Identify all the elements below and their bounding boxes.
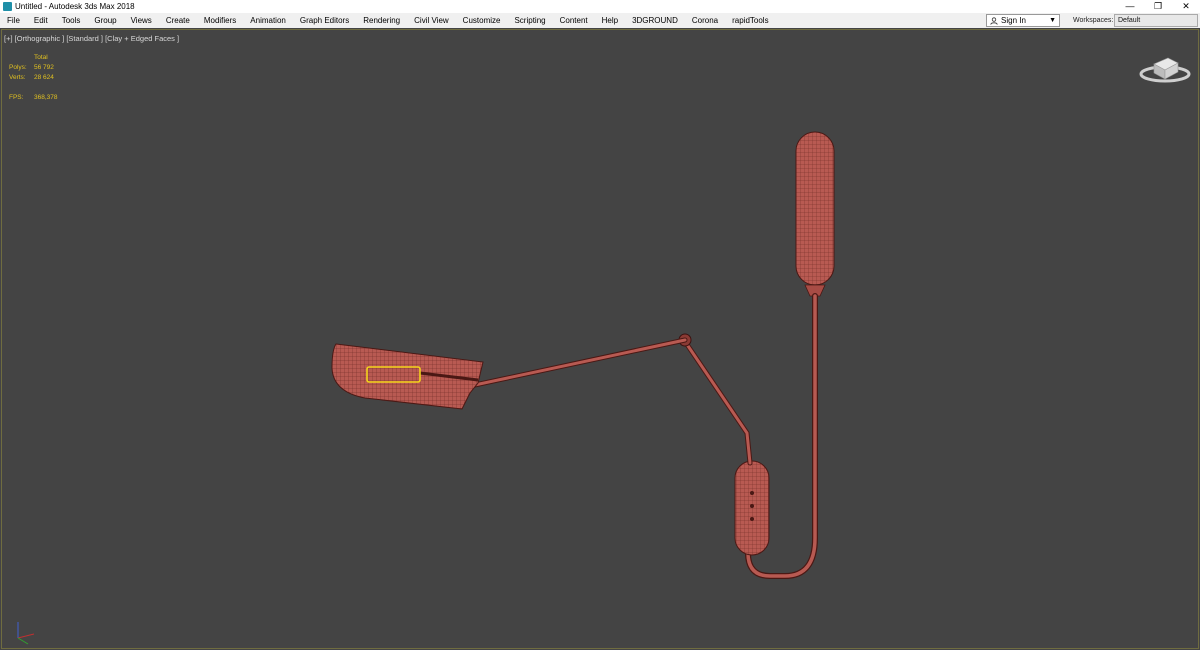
lamp-shade[interactable] (331, 343, 484, 410)
menu-content[interactable]: Content (553, 13, 595, 28)
window-controls: — ❐ ✕ (1116, 0, 1200, 13)
menu-modifiers[interactable]: Modifiers (197, 13, 243, 28)
menu-civil-view[interactable]: Civil View (407, 13, 456, 28)
menu-views[interactable]: Views (124, 13, 159, 28)
menu-corona[interactable]: Corona (685, 13, 725, 28)
menu-tools[interactable]: Tools (55, 13, 88, 28)
restore-button[interactable]: ❐ (1144, 0, 1172, 13)
menu-scripting[interactable]: Scripting (507, 13, 552, 28)
viewport[interactable]: [+] [Orthographic ] [Standard ] [Clay + … (0, 28, 1200, 650)
menu-file[interactable]: File (0, 13, 27, 28)
workspaces-label: Workspaces: (1073, 17, 1114, 24)
menu-rapidtools[interactable]: rapidTools (725, 13, 775, 28)
menu-rendering[interactable]: Rendering (356, 13, 407, 28)
menu-edit[interactable]: Edit (27, 13, 55, 28)
workspaces-select[interactable]: Default (1114, 14, 1198, 27)
lamp-arm-lower[interactable] (678, 333, 753, 466)
menu-graph-editors[interactable]: Graph Editors (293, 13, 356, 28)
minimize-button[interactable]: — (1116, 0, 1144, 13)
sign-in-dropdown[interactable]: Sign In ▼ (986, 14, 1060, 27)
chevron-down-icon: ▼ (1049, 17, 1056, 24)
menu-animation[interactable]: Animation (243, 13, 293, 28)
menu-create[interactable]: Create (159, 13, 197, 28)
app-icon (3, 2, 12, 11)
window-title: Untitled - Autodesk 3ds Max 2018 (15, 2, 135, 11)
title-bar: Untitled - Autodesk 3ds Max 2018 — ❐ ✕ (0, 0, 1200, 13)
close-button[interactable]: ✕ (1172, 0, 1200, 13)
scene-objects[interactable] (0, 28, 1200, 650)
lamp-lower-mount[interactable] (734, 460, 770, 556)
menu-help[interactable]: Help (595, 13, 625, 28)
menu-group[interactable]: Group (87, 13, 123, 28)
user-icon (990, 16, 998, 25)
sign-in-label: Sign In (1001, 16, 1026, 25)
menu-3dground[interactable]: 3DGROUND (625, 13, 685, 28)
menu-customize[interactable]: Customize (456, 13, 508, 28)
lamp-arm-upper[interactable] (467, 337, 688, 389)
lamp-upper-mount[interactable] (795, 131, 835, 297)
